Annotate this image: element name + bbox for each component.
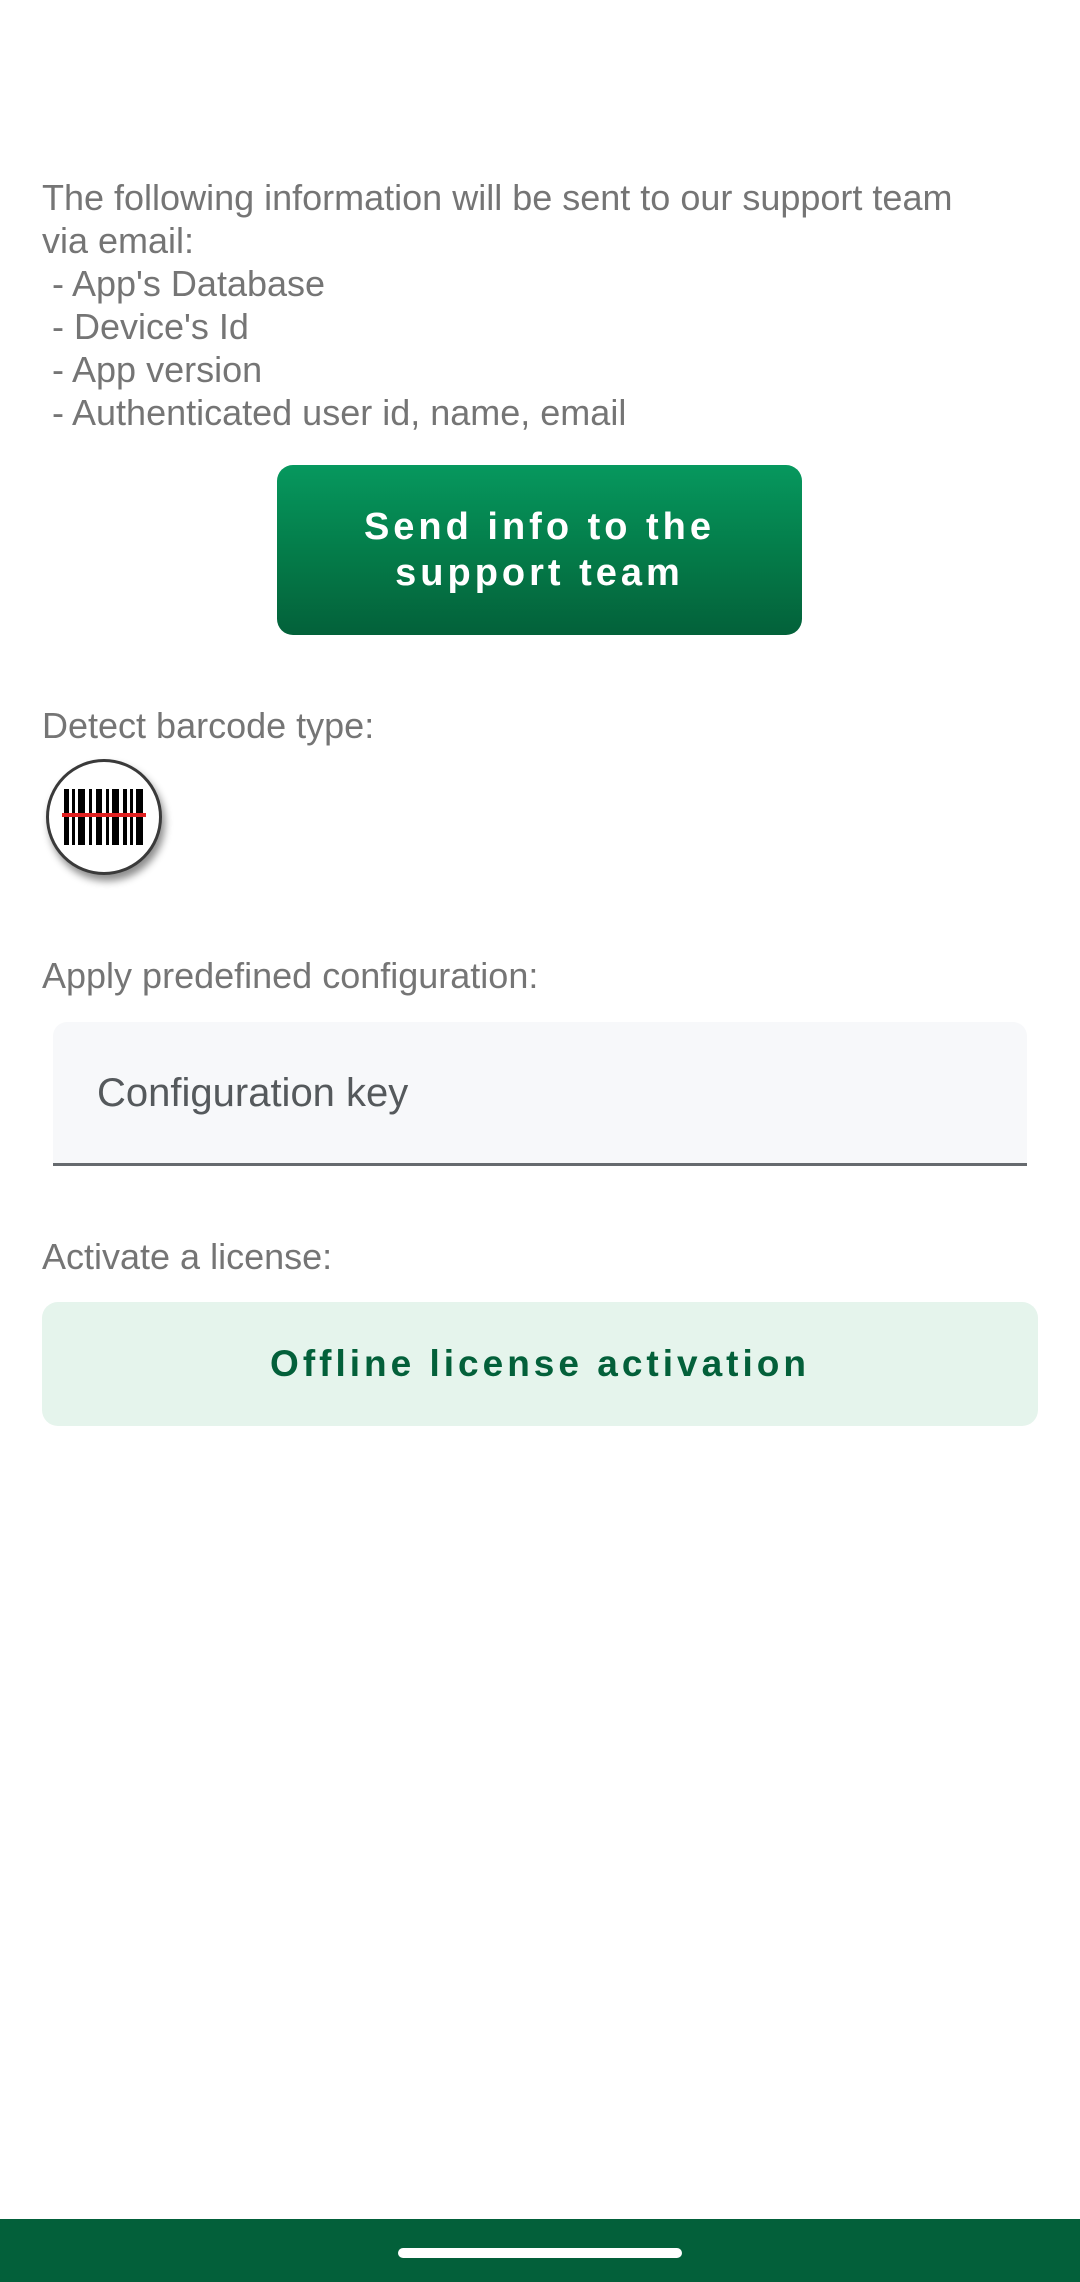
detect-barcode-button[interactable] — [46, 759, 162, 875]
info-item: - Device's Id — [42, 306, 249, 347]
support-info-text: The following information will be sent t… — [42, 176, 1042, 434]
info-intro-line: via email: — [42, 220, 195, 261]
home-gesture-handle[interactable] — [398, 2248, 682, 2258]
configuration-section-label: Apply predefined configuration: — [42, 955, 539, 996]
configuration-key-field[interactable] — [53, 1022, 1027, 1166]
send-info-label-line: support team — [395, 552, 684, 594]
configuration-key-input[interactable] — [95, 1022, 999, 1165]
system-navigation-bar — [0, 2219, 1080, 2282]
info-item: - App version — [42, 349, 263, 390]
send-info-button-label: Send info to the support team — [364, 504, 715, 596]
barcode-section-label: Detect barcode type: — [42, 705, 375, 746]
info-intro-line: The following information will be sent t… — [42, 177, 953, 218]
info-item: - Authenticated user id, name, email — [42, 392, 627, 433]
license-section-label: Activate a license: — [42, 1236, 333, 1277]
offline-license-activation-button[interactable]: Offline license activation — [42, 1302, 1038, 1426]
info-item: - App's Database — [42, 263, 326, 304]
send-info-button[interactable]: Send info to the support team — [277, 465, 802, 635]
support-settings-screen: The following information will be sent t… — [0, 0, 1080, 2282]
send-info-label-line: Send info to the — [363, 506, 716, 548]
barcode-scan-icon — [62, 789, 146, 845]
